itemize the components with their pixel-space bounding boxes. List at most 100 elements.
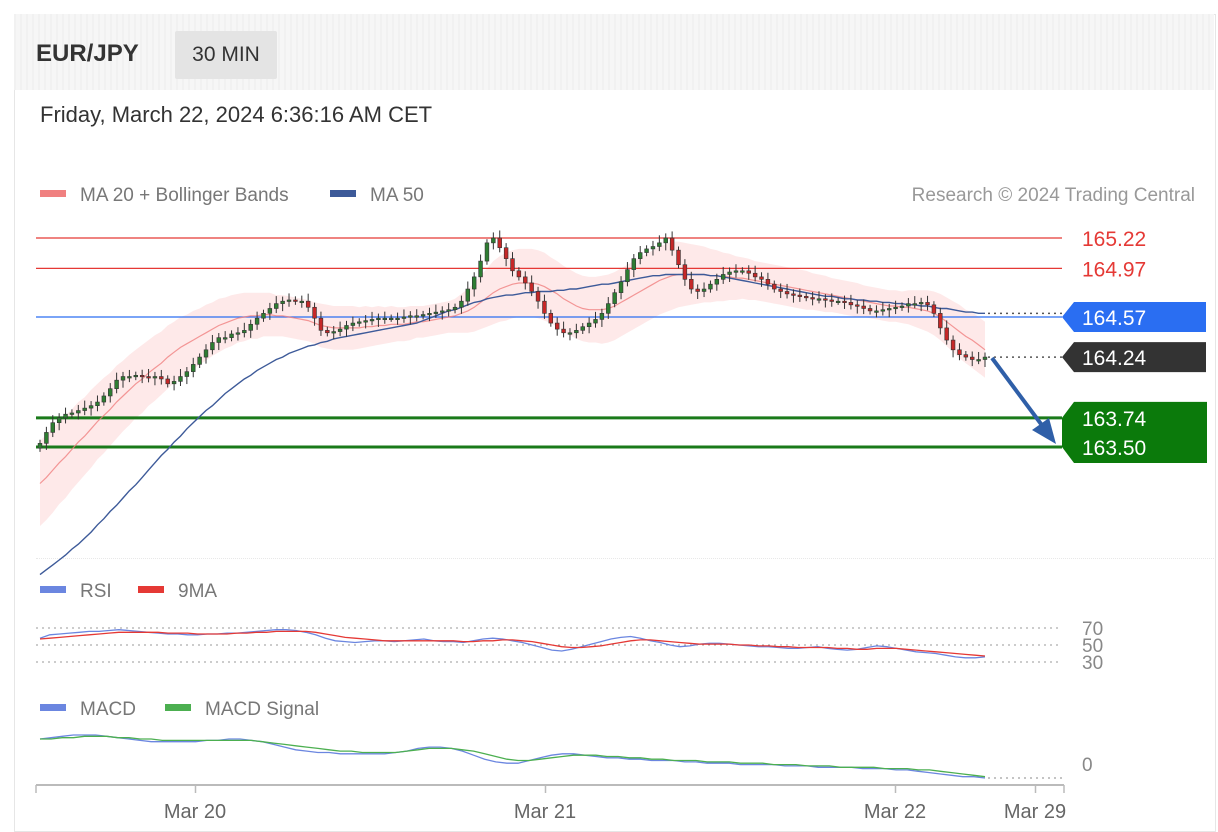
candle-body [433,311,439,314]
candle-body [267,308,273,314]
candle-body [855,304,860,307]
candle-body [491,237,496,244]
candle-body [752,272,758,278]
candle-body [395,317,400,320]
candle-body [644,248,649,253]
candle-body [535,291,541,302]
candle-body [695,288,700,292]
candle-body [280,300,285,304]
candle-body [152,376,158,379]
candle-body [874,310,879,313]
candle-body [804,296,809,299]
candle-body [420,314,426,317]
macd-signal-line [40,735,986,778]
candle-body [293,299,298,302]
macd-line [39,734,986,779]
candle-body [133,375,138,378]
candle-body [784,291,790,295]
rsi-ma-legend-swatch [138,586,164,593]
candle-body [631,258,637,270]
candle-body [44,432,49,444]
candle-body [95,401,100,406]
candle-body [593,319,598,324]
candle-body [676,249,681,266]
candle-body [510,258,515,272]
candle-body [299,300,304,303]
bb-legend-label: MA 20 + Bollinger Bands [80,185,289,206]
candle-body [516,270,522,278]
candle-body [382,317,387,320]
x-tick-label: Mar 22 [864,801,926,823]
candle-body [548,313,554,324]
candle-body [76,410,81,414]
candle-body [887,308,892,311]
x-tick-label: Mar 20 [164,801,226,823]
candle-body [127,376,132,379]
candle-body [363,320,368,323]
candle-body [325,330,330,334]
candle-body [842,300,847,303]
candle-body [235,332,241,335]
candle-body [778,288,783,292]
candle-body [197,356,202,365]
ma50-legend-label: MA 50 [370,185,424,206]
candle-body [574,330,579,334]
candle-body [318,317,324,331]
candle-body [963,354,969,358]
rsi-tick-label: 30 [1082,653,1103,674]
candle-body [944,327,949,341]
candle-body [344,325,349,330]
candle-body [810,297,815,300]
candle-body [229,333,234,338]
candle-body [586,322,592,328]
candle-body [708,283,713,290]
candle-body [740,270,745,273]
candle-body [727,271,732,275]
rsi-ma-line [39,630,986,657]
support1-label: 163.74 [1082,408,1147,431]
candle-body [216,337,221,343]
candle-body [861,305,866,309]
candle-body [554,322,560,330]
candle-body [408,315,413,318]
x-tick-label: Mar 21 [514,801,576,823]
rsi-panel: 705030 [36,619,1103,674]
candle-body [210,342,215,351]
candle-body [669,237,675,251]
candle-body [746,270,751,274]
bb-legend-swatch [40,190,66,197]
candle-body [120,376,126,381]
candle-body [312,306,317,319]
candle-body [663,237,668,244]
candle-body [880,309,886,312]
forecast-arrow-head [1032,418,1056,444]
rsi-legend-swatch [40,586,66,593]
candle-body [682,264,688,280]
candle-body [484,242,490,262]
candle-body [82,407,87,411]
candle-body [797,294,803,297]
candle-body [561,328,566,334]
candle-body [542,300,547,314]
candle-body [835,300,841,303]
candle-body [242,330,247,334]
candle-body [759,276,764,280]
candle-body [254,317,260,325]
candle-body [350,322,356,326]
candle-body [331,331,336,334]
candle-body [580,326,585,331]
candle-body [459,300,464,308]
candle-body [401,316,407,319]
candle-body [222,337,228,340]
candle-body [503,247,509,259]
candle-body [171,381,177,385]
resistance2-label: 165.22 [1082,228,1146,251]
candle-body [427,313,432,316]
candle-body [446,309,451,312]
candle-body [337,328,343,332]
candle-body [567,332,573,335]
candle-body [912,303,917,306]
candle-body [765,279,771,285]
candle-body [714,279,720,285]
candle-body [848,302,854,306]
